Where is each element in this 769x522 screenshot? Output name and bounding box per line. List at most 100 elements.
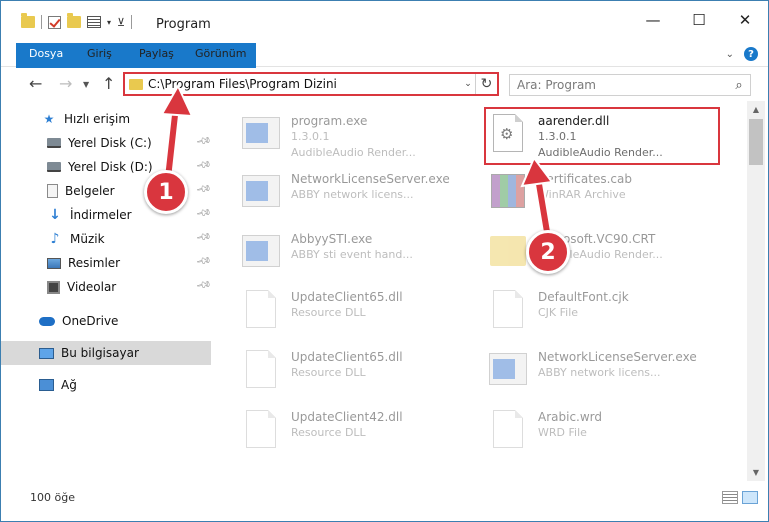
sidebar-item-label: İndirmeler: [70, 208, 132, 222]
chevron-down-icon[interactable]: ⌄: [461, 79, 475, 89]
pin-icon[interactable]: 📌︎: [195, 133, 212, 149]
file-item[interactable]: Certificates.cab WinRAR Archive: [486, 167, 726, 223]
expand-ribbon-icon[interactable]: ⌄: [726, 49, 734, 60]
file-version: 1.3.0.1: [538, 130, 577, 143]
file-item[interactable]: AbbyySTI.exe ABBY sti event hand...: [239, 227, 479, 283]
file-name: UpdateClient65.dll: [291, 290, 403, 304]
file-item[interactable]: NetworkLicenseServer.exe ABBY network li…: [239, 167, 479, 223]
toolbar-separator: [41, 15, 42, 29]
file-type: Resource DLL: [291, 426, 366, 439]
sidebar-item-label: Yerel Disk (D:): [68, 160, 153, 174]
sidebar-item-pictures[interactable]: Resimler 📌︎: [1, 251, 212, 275]
address-bar[interactable]: C:\Program Files\Program Dizini ⌄ ↻: [123, 72, 499, 96]
scroll-down-icon[interactable]: ▼: [747, 468, 765, 477]
address-path[interactable]: C:\Program Files\Program Dizini: [148, 77, 461, 91]
exe-icon: [239, 227, 283, 275]
file-item[interactable]: Arabic.wrd WRD File: [486, 405, 726, 461]
file-item[interactable]: UpdateClient42.dll Resource DLL: [239, 405, 479, 461]
customize-toolbar-icon[interactable]: ⊻: [117, 16, 125, 29]
file-icon: [486, 285, 530, 333]
file-item[interactable]: UpdateClient65.dll Resource DLL: [239, 285, 479, 341]
tab-home[interactable]: Giriş: [77, 43, 122, 65]
file-item[interactable]: UpdateClient65.dll Resource DLL: [239, 345, 479, 401]
pin-icon[interactable]: 📌︎: [195, 229, 212, 245]
music-icon: ♪: [50, 231, 60, 247]
file-name: Certificates.cab: [538, 172, 632, 186]
winrar-archive-icon: [486, 167, 530, 215]
item-count: 100 öğe: [30, 491, 75, 504]
documents-icon: [47, 184, 58, 198]
refresh-icon[interactable]: ↻: [475, 74, 497, 94]
tab-share[interactable]: Paylaş: [129, 43, 184, 65]
ribbon-tabs: Dosya Giriş Paylaş Görünüm ⌄ ?: [1, 41, 768, 99]
exe-icon: [486, 345, 530, 393]
ribbon-right-controls: ⌄ ?: [726, 47, 758, 61]
search-icon[interactable]: ⌕: [728, 78, 750, 93]
file-type: CJK File: [538, 306, 579, 319]
file-name: AbbyySTI.exe: [291, 232, 373, 246]
file-item[interactable]: NetworkLicenseServer.exe ABBY network li…: [486, 345, 726, 401]
file-type: ABBY network licens...: [291, 188, 414, 201]
navigation-pane: ★ Hızlı erişim Yerel Disk (C:) 📌︎ Yerel …: [1, 101, 213, 481]
sidebar-item-onedrive[interactable]: OneDrive: [1, 309, 211, 333]
file-icon: [486, 405, 530, 453]
chevron-down-icon[interactable]: ▾: [107, 18, 111, 27]
close-button[interactable]: ✕: [722, 5, 768, 35]
pin-icon[interactable]: 📌︎: [195, 157, 212, 173]
file-name: NetworkLicenseServer.exe: [538, 350, 697, 364]
pin-icon[interactable]: 📌︎: [195, 205, 212, 221]
scroll-up-icon[interactable]: ▲: [747, 105, 765, 114]
large-icons-view-icon[interactable]: [742, 491, 758, 504]
vertical-scrollbar[interactable]: ▲ ▼: [747, 101, 765, 481]
file-name: aarender.dll: [538, 114, 610, 128]
pin-icon[interactable]: 📌︎: [195, 181, 212, 197]
sidebar-item-network[interactable]: Ağ: [1, 373, 211, 397]
maximize-button[interactable]: ☐: [676, 5, 722, 35]
file-name: NetworkLicenseServer.exe: [291, 172, 450, 186]
step-2-badge: 2: [526, 230, 570, 274]
file-item[interactable]: program.exe 1.3.0.1 AudibleAudio Render.…: [239, 109, 479, 165]
file-type: ABBY sti event hand...: [291, 248, 413, 261]
up-arrow-icon[interactable]: ↑: [102, 74, 115, 93]
tab-view[interactable]: Görünüm: [185, 43, 256, 65]
help-icon[interactable]: ?: [744, 47, 758, 61]
sidebar-item-label: Hızlı erişim: [64, 112, 131, 126]
pin-icon[interactable]: 📌︎: [195, 277, 212, 293]
sidebar-item-label: Videolar: [67, 280, 117, 294]
status-bar: 100 öğe: [1, 485, 768, 521]
pin-icon[interactable]: 📌︎: [195, 253, 212, 269]
back-arrow-icon[interactable]: ←: [29, 74, 42, 93]
folder-icon: [129, 78, 143, 90]
minimize-button[interactable]: —: [630, 5, 676, 35]
file-type: Resource DLL: [291, 306, 366, 319]
new-folder-icon[interactable]: [67, 13, 81, 28]
sidebar-item-music[interactable]: ♪ Müzik 📌︎: [1, 227, 212, 251]
title-bar: ▾ ⊻ Program — ☐ ✕: [1, 1, 768, 41]
sidebar-item-label: Ağ: [61, 378, 77, 392]
step-1-badge: 1: [144, 170, 188, 214]
dll-gear-icon: [486, 109, 530, 157]
recent-locations-icon[interactable]: ▼: [83, 80, 89, 89]
scroll-thumb[interactable]: [749, 119, 763, 165]
search-input[interactable]: [510, 76, 728, 94]
sidebar-item-this-pc[interactable]: Bu bilgisayar: [1, 341, 211, 365]
forward-arrow-icon[interactable]: →: [59, 74, 72, 93]
sidebar-item-local-disk-c[interactable]: Yerel Disk (C:) 📌︎: [1, 131, 212, 155]
file-icon: [239, 285, 283, 333]
folder-icon: [486, 227, 530, 275]
sidebar-item-videos[interactable]: Videolar 📌︎: [1, 275, 212, 299]
file-type: Resource DLL: [291, 366, 366, 379]
file-description: AudibleAudio Render...: [538, 146, 663, 159]
details-view-icon[interactable]: [722, 491, 738, 504]
search-box[interactable]: ⌕: [509, 74, 751, 96]
file-item[interactable]: DefaultFont.cjk CJK File: [486, 285, 726, 341]
file-type: WinRAR Archive: [538, 188, 626, 201]
file-item[interactable]: Microsoft.VC90.CRT AudibleAudio Render..…: [486, 227, 726, 283]
file-name: UpdateClient65.dll: [291, 350, 403, 364]
file-item-aarender-dll[interactable]: aarender.dll 1.3.0.1 AudibleAudio Render…: [484, 107, 720, 165]
videos-icon: [47, 280, 60, 294]
properties-icon[interactable]: [87, 16, 101, 28]
file-type: WRD File: [538, 426, 587, 439]
navigation-bar: ← → ▼ ↑ C:\Program Files\Program Dizini …: [1, 68, 768, 100]
properties-check-icon[interactable]: [48, 15, 61, 29]
